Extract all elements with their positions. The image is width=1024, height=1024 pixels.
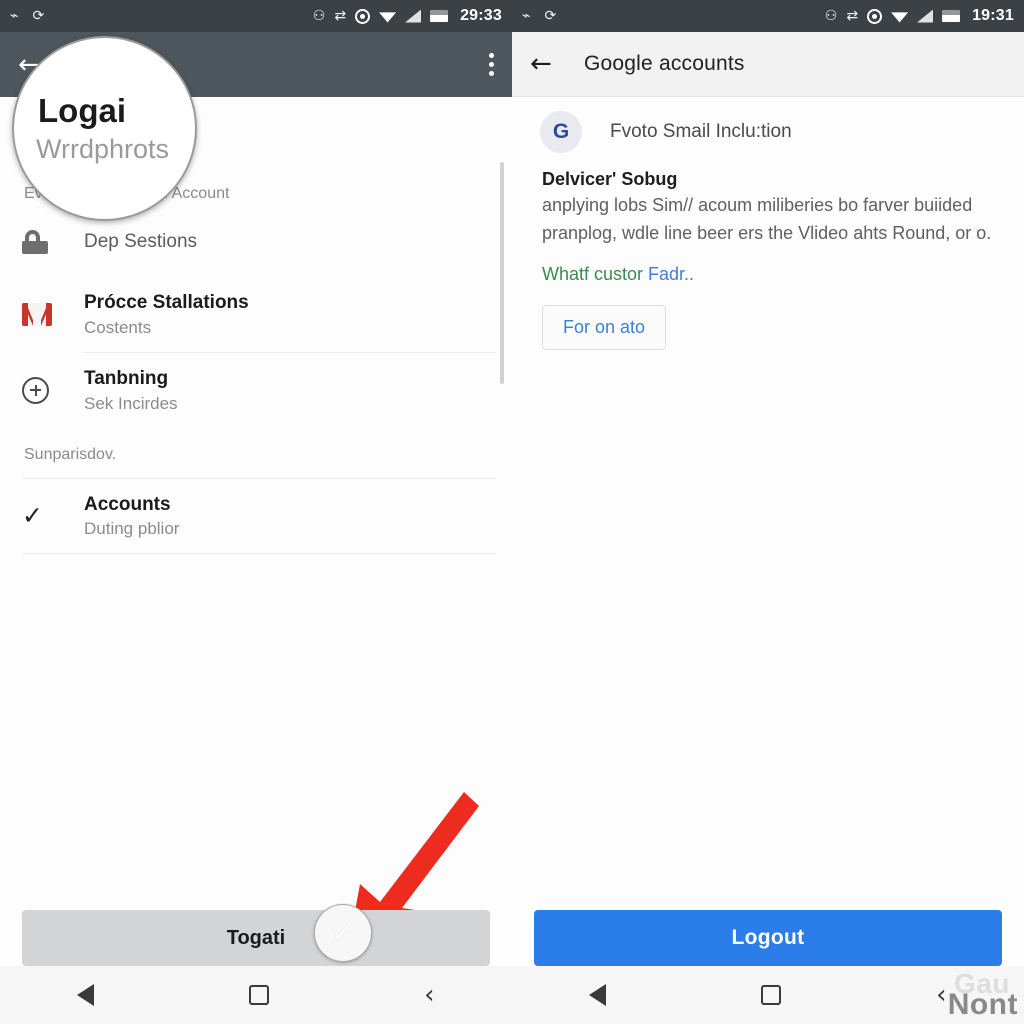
cast-icon: ⌁ xyxy=(10,8,19,24)
overflow-menu-icon[interactable] xyxy=(489,53,494,76)
wifi-icon xyxy=(379,10,396,23)
person-alert-icon: ⚇ xyxy=(312,8,326,24)
account-label: Fvoto Smail Inclu:tion xyxy=(610,121,792,142)
left-navigation-bar: ‹ xyxy=(0,966,512,1024)
back-triangle-icon[interactable] xyxy=(77,984,95,1006)
right-toolbar: ← Google accounts xyxy=(512,32,1024,97)
row-text: Tanbning Sek Incirdes xyxy=(84,367,492,414)
magnifier-left: Logai Wrrdphrots xyxy=(12,36,197,221)
left-status-bar: ⌁ ⟳ ⚇ ⇄ 29:33 xyxy=(0,0,512,32)
left-bottom-button-bar: Togati xyxy=(0,910,512,966)
list-divider xyxy=(22,553,496,555)
status-left-icons: ⌁ ⟳ xyxy=(522,9,556,23)
list-item-sublabel: Costents xyxy=(84,317,152,337)
status-right-icons: ⚇ ⇄ 19:31 xyxy=(825,7,1014,25)
back-triangle-icon[interactable] xyxy=(589,984,607,1006)
link-blue-text[interactable]: Fadr.. xyxy=(648,264,694,284)
list-item-label: Tanbning xyxy=(84,367,169,389)
cast-icon: ⌁ xyxy=(522,8,531,24)
person-alert-icon: ⚇ xyxy=(824,8,838,24)
status-left-icons: ⌁ ⟳ xyxy=(10,9,44,23)
home-square-icon[interactable] xyxy=(249,985,270,1005)
wifi-icon xyxy=(891,10,908,23)
watermark-ghost: Gau xyxy=(954,968,1010,999)
list-item-procce-stallations[interactable]: Prócce Stallations Costents xyxy=(0,277,512,352)
list-item-tanbning[interactable]: Tanbning Sek Incirdes xyxy=(0,353,512,428)
link-green-text[interactable]: Whatf custor xyxy=(542,264,648,284)
togati-button[interactable]: Togati xyxy=(22,910,490,966)
recent-chevron-icon[interactable]: ‹ xyxy=(936,982,946,1008)
row-text: Accounts Duting pblior xyxy=(84,493,484,540)
list-item-label: Accounts xyxy=(84,493,171,515)
status-time: 19:31 xyxy=(972,7,1014,24)
vpn-icon: ⇄ xyxy=(846,8,859,24)
right-status-bar: ⌁ ⟳ ⚇ ⇄ 19:31 xyxy=(512,0,1024,32)
for-on-ato-button[interactable]: For on ato xyxy=(542,304,667,350)
body-lead-line: Delvicer' Sobug xyxy=(542,169,1000,190)
logout-button[interactable]: Logout xyxy=(534,910,1002,966)
right-phone-screen: ⌁ ⟳ ⚇ ⇄ 19:31 ← Google accounts G Fvoto … xyxy=(512,0,1024,1024)
signal-icon xyxy=(405,10,421,23)
row-text: Dep Sestions xyxy=(84,230,492,254)
body-block: Delvicer' Sobug anplying lobs Sim// acou… xyxy=(512,163,1024,350)
lock-icon xyxy=(22,230,84,254)
right-toolbar-title: Google accounts xyxy=(584,52,745,75)
check-icon: ✓ xyxy=(22,501,43,531)
body-paragraph: anplying lobs Sim// acoum miliberies bo … xyxy=(542,195,992,243)
sync-icon: ⟳ xyxy=(544,8,557,24)
recent-chevron-icon[interactable]: ‹ xyxy=(424,982,434,1008)
screenshot-stage: ⌁ ⟳ ⚇ ⇄ 29:33 ← tio Logai Wrrdphrots Evo… xyxy=(0,0,1024,1024)
status-time: 29:33 xyxy=(460,7,502,24)
sync-icon: ⟳ xyxy=(32,8,45,24)
link-line: Whatf custor Fadr.. xyxy=(542,264,1000,285)
list-item-sublabel: Duting pblior xyxy=(84,519,180,539)
row-text: Prócce Stallations Costents xyxy=(84,291,492,338)
section-note: Sunparisdov. xyxy=(24,445,117,463)
list-item-label: Prócce Stallations xyxy=(84,292,249,313)
check-icon: ✓ xyxy=(331,916,355,949)
watermark: Gau Nont xyxy=(948,968,1018,1022)
dnd-icon xyxy=(867,8,883,24)
right-bottom-button-bar: Logout xyxy=(512,910,1024,966)
back-arrow-icon[interactable]: ← xyxy=(530,51,560,77)
home-square-icon[interactable] xyxy=(761,985,782,1005)
signal-icon xyxy=(917,10,933,23)
dnd-icon xyxy=(355,8,371,24)
magnifier-subtitle: Wrrdphrots xyxy=(36,134,170,164)
account-row[interactable]: G Fvoto Smail Inclu:tion xyxy=(512,97,1024,163)
list-item-label: Dep Sestions xyxy=(84,231,198,253)
status-right-icons: ⚇ ⇄ 29:33 xyxy=(313,7,502,25)
battery-icon xyxy=(942,10,961,22)
plus-circle-icon xyxy=(22,376,84,404)
gmail-icon xyxy=(22,302,84,326)
scrollbar[interactable] xyxy=(500,162,504,384)
avatar: G xyxy=(540,111,582,153)
battery-icon xyxy=(430,10,449,22)
magnifier-check-circle: ✓ xyxy=(314,904,372,962)
body-lead: Delvicer' Sobug xyxy=(542,169,678,189)
left-phone-screen: ⌁ ⟳ ⚇ ⇄ 29:33 ← tio Logai Wrrdphrots Evo… xyxy=(0,0,512,1024)
vpn-icon: ⇄ xyxy=(334,8,347,24)
magnifier-title: Logai xyxy=(38,92,126,129)
list-item-sublabel: Sek Incirdes xyxy=(84,393,178,413)
list-item-accounts[interactable]: ✓ Accounts Duting pblior xyxy=(0,479,512,554)
